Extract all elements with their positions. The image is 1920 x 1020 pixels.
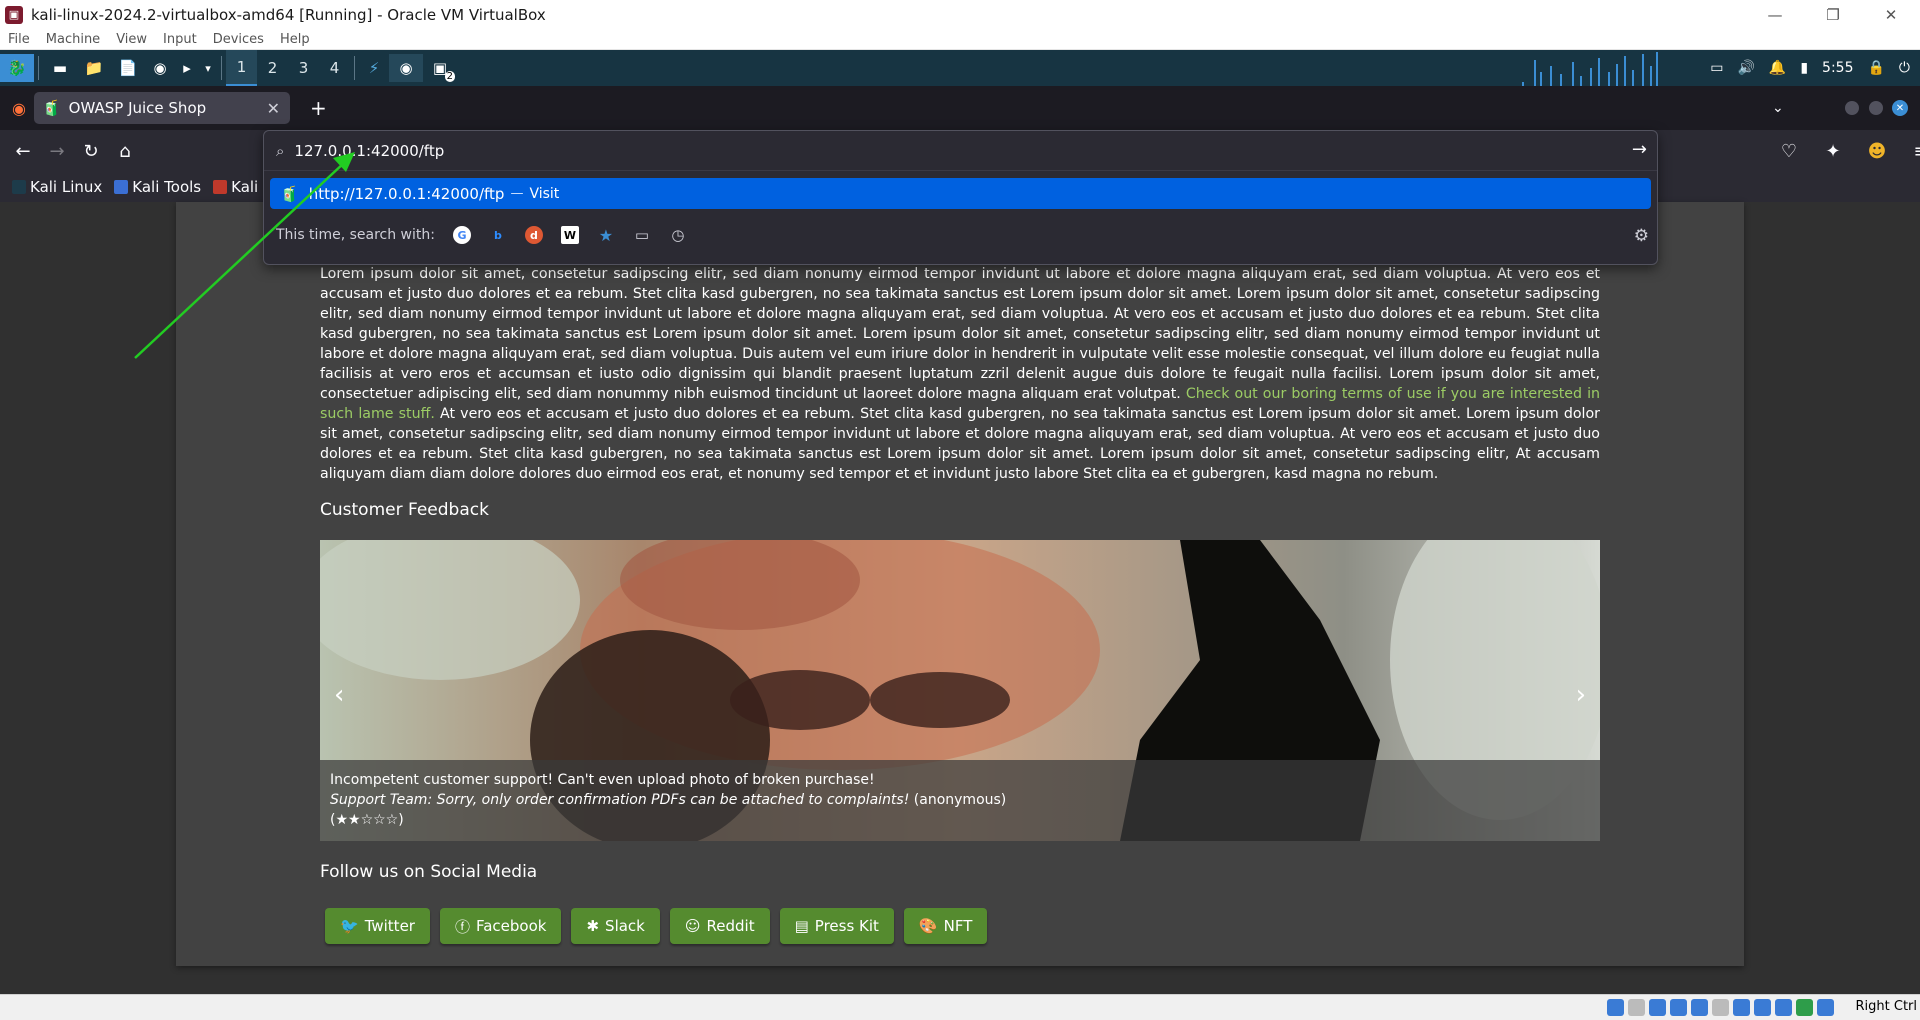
usb-icon[interactable]	[1691, 999, 1708, 1016]
recording-icon[interactable]	[1754, 999, 1771, 1016]
shared-folder-icon[interactable]	[1712, 999, 1729, 1016]
display-status-icon[interactable]	[1733, 999, 1750, 1016]
audio-icon[interactable]	[1649, 999, 1666, 1016]
network-icon[interactable]	[1670, 999, 1687, 1016]
vbox-status-bar: Right Ctrl	[0, 994, 1920, 1020]
optical-icon[interactable]	[1628, 999, 1645, 1016]
guest-additions-icon[interactable]	[1796, 999, 1813, 1016]
hdd-icon[interactable]	[1607, 999, 1624, 1016]
annotation-arrow	[134, 152, 355, 359]
status-icons	[1607, 999, 1834, 1016]
vt-icon[interactable]	[1775, 999, 1792, 1016]
mouse-integration-icon[interactable]	[1817, 999, 1834, 1016]
host-key-label: Right Ctrl	[1855, 999, 1918, 1014]
